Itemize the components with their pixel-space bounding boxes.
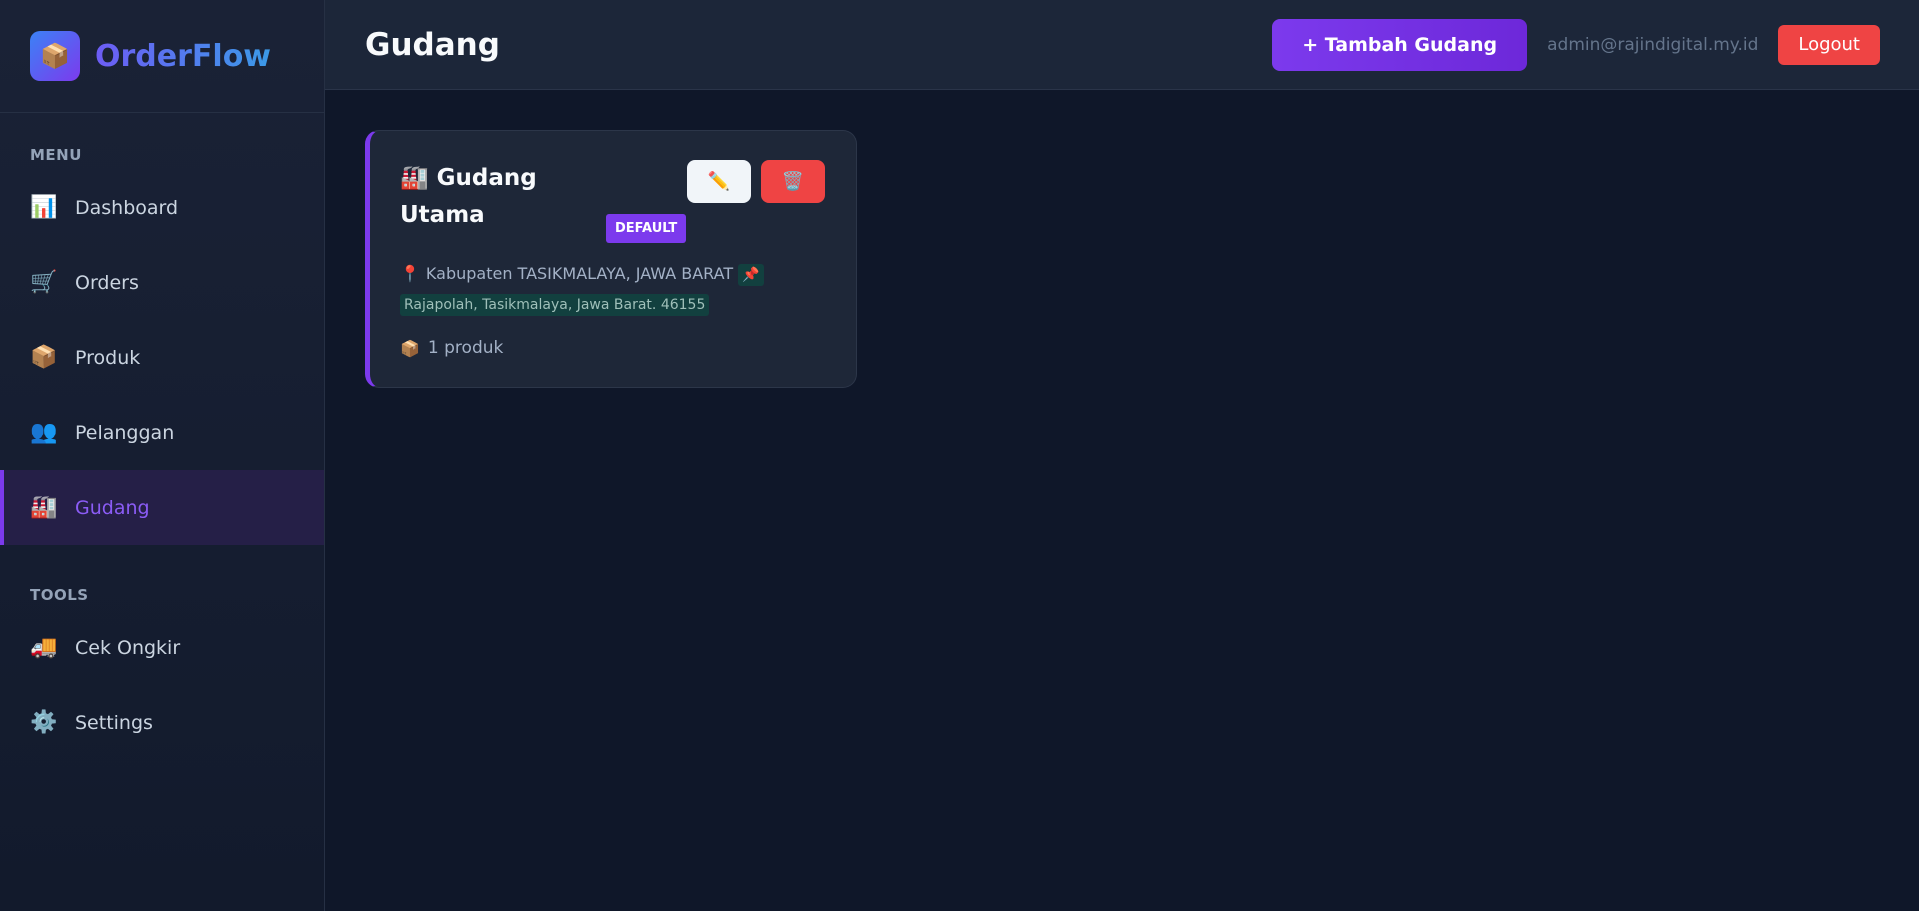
warehouse-card: 🏭 Gudang Utama DEFAULT ✏️ 🗑️ 📍 Kabupaten … bbox=[365, 130, 857, 388]
product-count-text: 1 produk bbox=[427, 338, 504, 358]
edit-warehouse-button[interactable]: ✏️ bbox=[687, 160, 751, 203]
sidebar-item-pelanggan[interactable]: 👥 Pelanggan bbox=[0, 395, 324, 470]
warehouse-location: 📍 Kabupaten TASIKMALAYA, JAWA BARAT 📌 Raj… bbox=[400, 260, 826, 320]
sidebar-item-settings[interactable]: ⚙️ Settings bbox=[0, 685, 324, 760]
shopping-cart-icon: 🛒 bbox=[30, 270, 58, 295]
sidebar-item-label: Dashboard bbox=[75, 196, 179, 219]
tools-section-label: TOOLS bbox=[30, 586, 89, 604]
warehouse-name: 🏭 Gudang Utama bbox=[400, 160, 600, 234]
bar-chart-icon: 📊 bbox=[30, 195, 58, 220]
sidebar-item-produk[interactable]: 📦 Produk bbox=[0, 320, 324, 395]
package-icon: 📦 bbox=[400, 338, 420, 358]
sidebar-item-cek-ongkir[interactable]: 🚚 Cek Ongkir bbox=[0, 610, 324, 685]
logout-button[interactable]: Logout bbox=[1778, 24, 1880, 65]
add-warehouse-button[interactable]: + Tambah Gudang bbox=[1272, 18, 1528, 71]
sidebar-item-label: Settings bbox=[75, 711, 153, 734]
sidebar-item-gudang[interactable]: 🏭 Gudang bbox=[0, 470, 324, 545]
sidebar-item-dashboard[interactable]: 📊 Dashboard bbox=[0, 170, 324, 245]
trash-icon: 🗑️ bbox=[781, 171, 805, 191]
sidebar-item-orders[interactable]: 🛒 Orders bbox=[0, 245, 324, 320]
location-pin-icon: 📍 bbox=[400, 264, 420, 283]
user-email: admin@rajindigital.my.id bbox=[1547, 34, 1759, 55]
sidebar-item-label: Gudang bbox=[75, 496, 150, 519]
sidebar-item-label: Produk bbox=[75, 346, 141, 369]
package-icon: 📦 bbox=[30, 345, 58, 370]
brand[interactable]: 📦 OrderFlow bbox=[0, 0, 324, 113]
sidebar-item-label: Pelanggan bbox=[75, 421, 175, 444]
pushpin-icon: 📌 bbox=[742, 267, 760, 283]
truck-icon: 🚚 bbox=[30, 635, 58, 660]
default-badge: DEFAULT bbox=[606, 214, 687, 243]
box-icon: 📦 bbox=[30, 31, 80, 81]
menu-section-label: MENU bbox=[30, 146, 82, 164]
sidebar-item-label: Orders bbox=[75, 271, 139, 294]
factory-icon: 🏭 bbox=[30, 495, 58, 520]
warehouse-card-header: 🏭 Gudang Utama DEFAULT ✏️ 🗑️ bbox=[400, 160, 826, 256]
gear-icon: ⚙️ bbox=[30, 710, 58, 735]
sidebar-item-label: Cek Ongkir bbox=[75, 636, 181, 659]
brand-name: OrderFlow bbox=[95, 38, 272, 74]
factory-icon: 🏭 bbox=[400, 165, 429, 191]
product-count: 📦 1 produk bbox=[400, 338, 826, 358]
page-title: Gudang bbox=[365, 26, 500, 63]
location-text: Kabupaten TASIKMALAYA, JAWA BARAT bbox=[425, 264, 734, 283]
sidebar: 📦 OrderFlow MENU 📊 Dashboard 🛒 Orders 📦 … bbox=[0, 0, 325, 911]
address-text: Rajapolah, Tasikmalaya, Jawa Barat. 4615… bbox=[404, 297, 706, 313]
top-bar: Gudang + Tambah Gudang admin@rajindigita… bbox=[325, 0, 1919, 90]
users-icon: 👥 bbox=[30, 420, 58, 445]
pencil-icon: ✏️ bbox=[707, 171, 731, 191]
delete-warehouse-button[interactable]: 🗑️ bbox=[761, 160, 825, 203]
